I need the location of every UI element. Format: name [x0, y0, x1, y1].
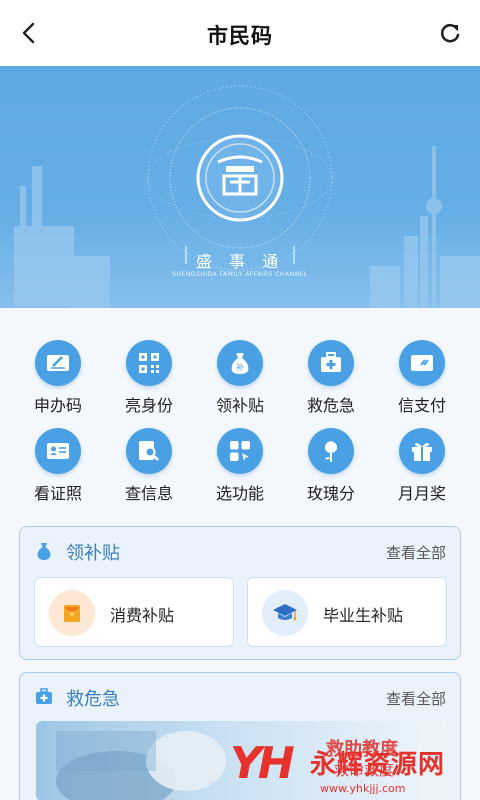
service-label: 领补贴 — [215, 396, 264, 415]
svg-text:补: 补 — [236, 362, 244, 372]
subsidy-card-header: 领补贴 查看全部 — [20, 527, 460, 575]
emergency-card-header: 救危急 查看全部 — [20, 673, 460, 721]
gift-icon — [399, 428, 445, 474]
brand-name: 盛 事 通 — [195, 252, 285, 271]
first-aid-kit-icon — [36, 688, 52, 704]
subsidy-item-label: 消费补贴 — [110, 606, 175, 625]
red-envelope-icon — [49, 590, 95, 636]
service-label: 查信息 — [124, 484, 173, 503]
service-grid: 申办码 亮身份 补 领补贴 救危急 信支付 看证照 查信息 选功能 玫瑰分 月月… — [12, 328, 468, 508]
first-aid-kit-icon — [308, 340, 354, 386]
service-apply-code[interactable]: 申办码 — [12, 328, 104, 416]
hero-banner: 盛 事 通 SHENGSHIDA FAMILY AFFAIRS CHANNEL — [0, 66, 480, 308]
watermark: YH 永辉资源网 www.yhkjjj.com — [230, 738, 480, 800]
emergency-card-title: 救危急 — [66, 689, 120, 710]
service-show-identity[interactable]: 亮身份 — [103, 328, 195, 416]
money-bag-icon: 补 — [217, 340, 263, 386]
service-get-subsidy[interactable]: 补 领补贴 — [194, 328, 286, 416]
id-card-icon — [35, 428, 81, 474]
search-document-icon — [126, 428, 172, 474]
service-label: 申办码 — [33, 396, 82, 415]
apps-grid-icon — [217, 428, 263, 474]
graduation-cap-icon — [262, 590, 308, 636]
watermark-url: www.yhkjjj.com — [320, 782, 406, 795]
service-label: 亮身份 — [124, 396, 173, 415]
rose-icon — [308, 428, 354, 474]
service-monthly-reward[interactable]: 月月奖 — [376, 416, 468, 504]
page-title: 市民码 — [207, 24, 273, 48]
qrcode-icon — [126, 340, 172, 386]
watermark-name: 永辉资源网 — [310, 750, 446, 780]
top-bar: 市民码 — [0, 0, 480, 66]
subsidy-item-label: 毕业生补贴 — [323, 606, 404, 625]
service-label: 月月奖 — [397, 484, 446, 503]
brand-subtitle: SHENGSHIDA FAMILY AFFAIRS CHANNEL — [172, 271, 308, 278]
payment-card-icon — [399, 340, 445, 386]
service-label: 信支付 — [397, 396, 446, 415]
subsidy-card: 领补贴 查看全部 消费补贴 毕业生补贴 — [19, 526, 461, 660]
view-all-link[interactable]: 查看全部 — [386, 542, 446, 563]
graduate-subsidy-item[interactable]: 毕业生补贴 — [247, 577, 447, 647]
service-label: 玫瑰分 — [306, 484, 355, 503]
card-edit-icon — [35, 340, 81, 386]
watermark-logo: YH — [230, 738, 295, 789]
service-label: 看证照 — [33, 484, 82, 503]
refresh-icon[interactable] — [436, 19, 464, 47]
service-label: 选功能 — [215, 484, 264, 503]
consumer-subsidy-item[interactable]: 消费补贴 — [34, 577, 234, 647]
view-all-link[interactable]: 查看全部 — [386, 688, 446, 709]
service-view-certificates[interactable]: 看证照 — [12, 416, 104, 504]
service-emergency[interactable]: 救危急 — [285, 328, 377, 416]
subsidy-card-title: 领补贴 — [66, 543, 120, 564]
money-bag-icon — [37, 543, 51, 560]
service-query-info[interactable]: 查信息 — [103, 416, 195, 504]
service-credit-pay[interactable]: 信支付 — [376, 328, 468, 416]
service-label: 救危急 — [306, 396, 355, 415]
service-select-functions[interactable]: 选功能 — [194, 416, 286, 504]
service-rose-score[interactable]: 玫瑰分 — [285, 416, 377, 504]
